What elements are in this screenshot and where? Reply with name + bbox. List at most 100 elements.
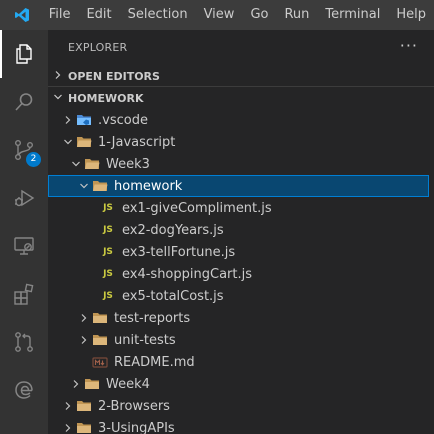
chevron-down-icon (48, 92, 68, 105)
tree-item-label: test-reports (114, 310, 191, 326)
markdown-file-icon (92, 351, 108, 373)
js-icon-label: JS (103, 203, 113, 213)
tree-folder[interactable]: 2-Browsers (48, 395, 429, 417)
chevron-right-icon[interactable] (68, 373, 84, 395)
tree-item-label: 2-Browsers (98, 398, 170, 414)
javascript-file-icon: JS (100, 263, 116, 285)
run-debug-icon (15, 189, 35, 207)
explorer-sidebar: EXPLORER ··· OPEN EDITORS HOMEWORK .vsco… (48, 30, 434, 434)
folder-icon (76, 395, 92, 417)
chevron-down-icon[interactable] (60, 131, 76, 153)
menu-bar: File Edit Selection View Go Run Terminal… (41, 0, 434, 30)
chevron-right-icon[interactable] (76, 307, 92, 329)
tree-item-label: homework (114, 178, 183, 194)
workspace-header[interactable]: HOMEWORK (48, 87, 434, 109)
menu-view[interactable]: View (196, 0, 243, 30)
chevron-right-icon[interactable] (60, 109, 76, 131)
explorer-title: EXPLORER (68, 41, 128, 54)
javascript-file-icon: JS (100, 219, 116, 241)
chevron-right-icon (48, 70, 68, 83)
tree-item-label: ex4-shoppingCart.js (122, 266, 252, 282)
tree-folder[interactable]: homework (48, 175, 429, 197)
menu-go[interactable]: Go (242, 0, 276, 30)
tree-folder[interactable]: 1-Javascript (48, 131, 429, 153)
tree-folder[interactable]: 3-UsingAPIs (48, 417, 429, 434)
tree-item-label: 1-Javascript (98, 134, 176, 150)
folder-open-icon (92, 175, 108, 197)
extensions-icon (14, 283, 34, 305)
tree-item-label: ex2-dogYears.js (122, 222, 224, 238)
menu-file[interactable]: File (41, 0, 79, 30)
tree-item-label: ex3-tellFortune.js (122, 244, 236, 260)
tree-item-label: Week3 (106, 156, 150, 172)
activity-explorer[interactable] (0, 30, 48, 78)
activity-extensions[interactable] (0, 270, 48, 318)
chevron-down-icon[interactable] (76, 175, 92, 197)
workspace-label: HOMEWORK (68, 91, 144, 105)
activity-source-control[interactable]: 2 (0, 126, 48, 174)
pull-requests-icon (15, 332, 33, 352)
open-editors-header[interactable]: OPEN EDITORS (48, 65, 434, 87)
activity-bar: 2 (0, 30, 48, 434)
js-icon-label: JS (103, 269, 113, 279)
title-bar: File Edit Selection View Go Run Terminal… (0, 0, 434, 30)
javascript-file-icon: JS (100, 197, 116, 219)
more-actions-button[interactable]: ··· (400, 36, 418, 55)
activity-edge-devtools[interactable] (0, 366, 48, 414)
tree-item-label: ex1-giveCompliment.js (122, 200, 272, 216)
vscode-folder-icon (76, 109, 92, 131)
tree-file[interactable]: README.md (48, 351, 429, 373)
chevron-right-icon[interactable] (76, 329, 92, 351)
activity-run-debug[interactable] (0, 174, 48, 222)
menu-help[interactable]: Help (388, 0, 434, 30)
js-icon-label: JS (103, 291, 113, 301)
activity-remote-explorer[interactable] (0, 222, 48, 270)
search-icon (15, 93, 33, 111)
tree-folder[interactable]: .vscode (48, 109, 429, 131)
tree-file[interactable]: JS ex4-shoppingCart.js (48, 263, 429, 285)
tree-item-label: unit-tests (114, 332, 176, 348)
menu-terminal[interactable]: Terminal (317, 0, 388, 30)
source-control-badge: 2 (26, 152, 41, 167)
tree-folder[interactable]: Week4 (48, 373, 429, 395)
remote-explorer-icon (14, 237, 34, 255)
tree-item-label: Week4 (106, 376, 150, 392)
activity-search[interactable] (0, 78, 48, 126)
menu-run[interactable]: Run (276, 0, 317, 30)
menu-edit[interactable]: Edit (78, 0, 119, 30)
tree-file[interactable]: JS ex5-totalCost.js (48, 285, 429, 307)
javascript-file-icon: JS (100, 285, 116, 307)
tree-file[interactable]: JS ex1-giveCompliment.js (48, 197, 429, 219)
activity-pull-requests[interactable] (0, 318, 48, 366)
tree-folder[interactable]: unit-tests (48, 329, 429, 351)
tree-item-label: 3-UsingAPIs (98, 420, 175, 434)
explorer-icon (16, 44, 32, 64)
folder-open-icon (84, 153, 100, 175)
tree-folder[interactable]: Week3 (48, 153, 429, 175)
javascript-file-icon: JS (100, 241, 116, 263)
tree-item-label: ex5-totalCost.js (122, 288, 224, 304)
menu-selection[interactable]: Selection (120, 0, 196, 30)
folder-icon (84, 373, 100, 395)
vscode-logo-icon[interactable] (0, 0, 45, 30)
tree-file[interactable]: JS ex2-dogYears.js (48, 219, 429, 241)
chevron-right-icon[interactable] (60, 395, 76, 417)
open-editors-label: OPEN EDITORS (68, 69, 160, 83)
js-icon-label: JS (103, 247, 113, 257)
chevron-right-icon[interactable] (60, 417, 76, 434)
folder-icon (76, 417, 92, 434)
vscode-window: File Edit Selection View Go Run Terminal… (0, 0, 434, 434)
tree-file[interactable]: JS ex3-tellFortune.js (48, 241, 429, 263)
tree-item-label: README.md (114, 354, 195, 370)
tree-folder[interactable]: test-reports (48, 307, 429, 329)
js-icon-label: JS (103, 225, 113, 235)
folder-open-icon (76, 131, 92, 153)
folder-icon (92, 307, 108, 329)
chevron-down-icon[interactable] (68, 153, 84, 175)
